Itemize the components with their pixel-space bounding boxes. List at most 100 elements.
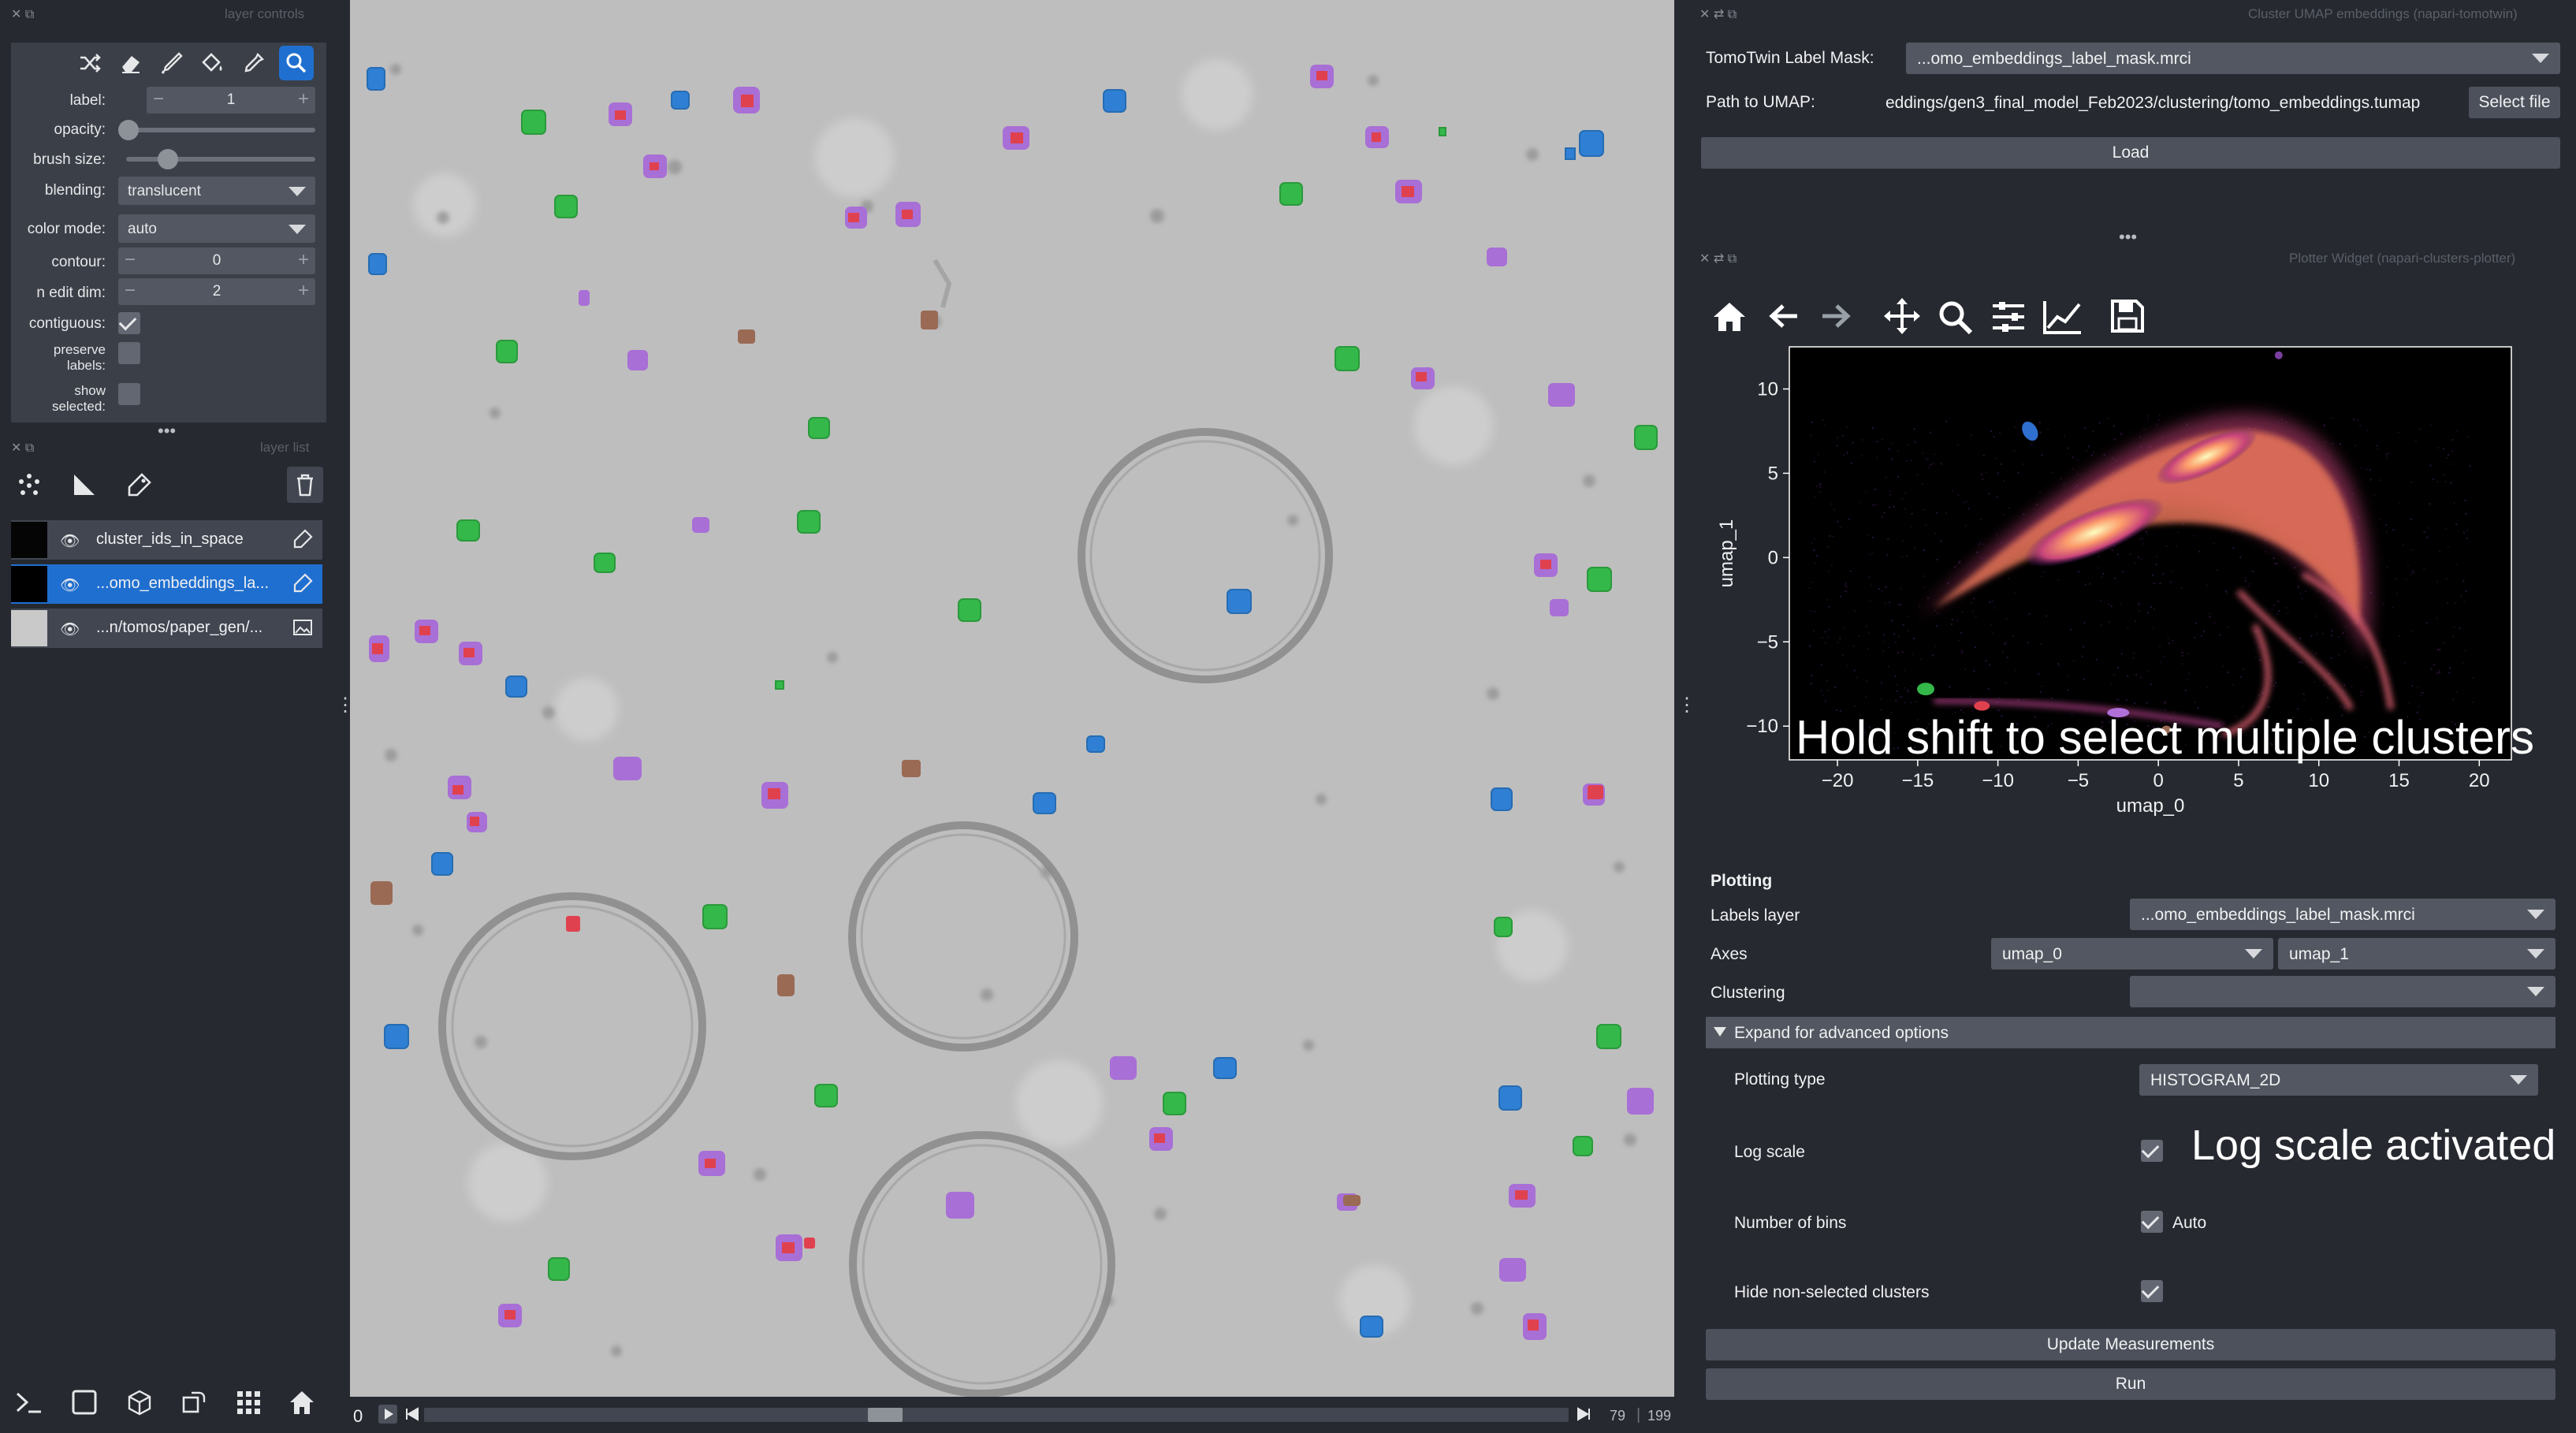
heatmap-bin (2436, 480, 2439, 482)
new-points-layer-button[interactable] (11, 467, 47, 503)
preserve-labels-checkbox[interactable] (118, 342, 140, 364)
ndisplay-button[interactable] (66, 1384, 102, 1420)
blending-dropdown[interactable]: translucent (118, 177, 315, 205)
heatmap-bin (2164, 702, 2166, 705)
plotting-type-dropdown[interactable]: HISTOGRAM_2D (2139, 1064, 2538, 1096)
dock-close-icon[interactable]: ✕ ⇄ ⧉ (1699, 6, 1737, 22)
back-arrow-icon[interactable] (1766, 298, 1802, 338)
select-file-button[interactable]: Select file (2469, 87, 2560, 118)
heatmap-bin (2008, 578, 2010, 580)
axes-edit-icon[interactable] (2042, 298, 2084, 340)
n-edit-dim-spinbox[interactable]: −2 + (118, 278, 315, 305)
color-mode-dropdown[interactable]: auto (118, 214, 315, 243)
heatmap-bin (2345, 627, 2347, 629)
frame-slider[interactable] (424, 1408, 1569, 1422)
layer-row[interactable]: 👁 cluster_ids_in_space (11, 520, 322, 560)
dock-close-icon[interactable]: ✕ ⧉ (11, 440, 34, 456)
rotate-button[interactable] (175, 1384, 211, 1420)
heatmap-bin (2180, 586, 2183, 589)
layer-row[interactable]: 👁 ...omo_embeddings_la... (11, 564, 322, 604)
configure-subplots-icon[interactable] (1990, 298, 2027, 340)
brush-size-slider-handle[interactable] (158, 149, 178, 169)
resize-handle-icon[interactable]: ••• (158, 421, 176, 441)
heatmap-bin (1982, 478, 1984, 481)
opacity-slider[interactable] (126, 128, 315, 132)
run-button[interactable]: Run (1706, 1368, 2556, 1400)
label-spinbox[interactable]: −1 + (147, 87, 315, 114)
heatmap-bin (1883, 640, 1885, 642)
dock-close-icon[interactable]: ✕ ⇄ ⧉ (1699, 251, 1737, 266)
step-forward-icon[interactable] (1576, 1405, 1592, 1427)
save-icon[interactable] (2109, 298, 2146, 338)
umap-heatmap-svg[interactable]: −20 −15 −10 −5 0 5 10 15 20 10 5 0 −5 −10 umap_0 umap… (1701, 339, 2560, 859)
advanced-options-toggle[interactable]: Expand for advanced options (1706, 1017, 2556, 1048)
eye-icon[interactable]: 👁 (60, 620, 80, 639)
viewer-canvas[interactable] (350, 0, 1674, 1397)
heatmap-bin (1906, 444, 1908, 446)
axes-y-dropdown[interactable]: umap_1 (2278, 938, 2556, 970)
path-input[interactable]: eddings/gen3_final_model_Feb2023/cluster… (1881, 87, 2462, 118)
eraser-icon[interactable] (114, 46, 148, 80)
zoom-icon[interactable] (279, 46, 314, 80)
umap-chart[interactable]: −20 −15 −10 −5 0 5 10 15 20 10 5 0 −5 −10 umap_0 umap… (1701, 339, 2560, 859)
3d-view-button[interactable] (121, 1384, 158, 1420)
heatmap-bin (1907, 689, 1909, 691)
log-scale-checkbox[interactable] (2141, 1140, 2163, 1162)
hide-clusters-checkbox[interactable] (2141, 1280, 2163, 1302)
heatmap-bin (2418, 705, 2420, 708)
new-shapes-layer-button[interactable] (66, 467, 102, 503)
heatmap-bin (2153, 583, 2155, 585)
heatmap-bin (1871, 504, 1874, 506)
resize-handle-icon[interactable]: ••• (2119, 227, 2137, 248)
grid-view-button[interactable] (230, 1384, 266, 1420)
color-mode-value: auto (128, 221, 157, 237)
delete-layer-button[interactable] (287, 467, 323, 503)
play-button[interactable] (378, 1405, 397, 1424)
heatmap-bin (1810, 683, 1812, 685)
fill-bucket-icon[interactable] (195, 46, 230, 80)
heatmap-bin (1833, 508, 1836, 511)
clustering-dropdown[interactable] (2130, 976, 2556, 1007)
heatmap-bin (1908, 691, 1910, 694)
brush-size-slider[interactable] (126, 157, 315, 162)
heatmap-bin (2360, 467, 2362, 469)
opacity-slider-handle[interactable] (118, 120, 139, 140)
contour-spinbox[interactable]: −0 + (118, 248, 315, 274)
heatmap-bin (2194, 701, 2196, 703)
forward-arrow-icon[interactable] (1818, 298, 1854, 338)
eye-icon[interactable]: 👁 (60, 531, 80, 551)
home-icon[interactable] (1711, 298, 1748, 338)
layer-row[interactable]: 👁 ...n/tomos/paper_gen/... (11, 609, 322, 648)
heatmap-bin (2050, 697, 2053, 699)
axes-x-dropdown[interactable]: umap_0 (1991, 938, 2273, 970)
home-button[interactable] (284, 1384, 320, 1420)
color-picker-icon[interactable] (236, 46, 271, 80)
tomogram-image (350, 0, 1674, 1397)
paintbrush-icon[interactable] (154, 46, 189, 80)
console-button[interactable] (11, 1384, 47, 1420)
heatmap-bin (2117, 698, 2120, 701)
heatmap-bin (1822, 694, 1824, 697)
frame-slider-handle[interactable] (868, 1408, 903, 1422)
splitter-handle-icon[interactable]: ⋮ (1677, 696, 1696, 715)
heatmap-bin (2169, 523, 2172, 525)
load-button[interactable]: Load (1701, 137, 2560, 169)
plot-area[interactable] (1789, 347, 2511, 760)
heatmap-bin (1954, 566, 1956, 568)
heatmap-bin (1995, 457, 1997, 460)
shuffle-icon[interactable] (73, 46, 107, 80)
show-selected-checkbox[interactable] (118, 383, 140, 405)
dock-close-icon[interactable]: ✕ ⧉ (11, 6, 34, 22)
color-mode-label: color mode: (27, 221, 106, 237)
new-labels-layer-button[interactable] (121, 467, 158, 503)
bins-auto-checkbox[interactable] (2141, 1211, 2163, 1233)
label-mask-dropdown[interactable]: ...omo_embeddings_label_mask.mrci (1906, 43, 2560, 74)
step-back-icon[interactable] (404, 1405, 419, 1427)
zoom-icon[interactable] (1936, 298, 1974, 340)
contiguous-checkbox[interactable] (118, 312, 140, 334)
update-measurements-button[interactable]: Update Measurements (1706, 1329, 2556, 1360)
heatmap-bin (1813, 610, 1815, 612)
pan-icon[interactable] (1882, 296, 1922, 340)
labels-layer-dropdown[interactable]: ...omo_embeddings_label_mask.mrci (2130, 899, 2556, 930)
eye-icon[interactable]: 👁 (60, 575, 80, 595)
